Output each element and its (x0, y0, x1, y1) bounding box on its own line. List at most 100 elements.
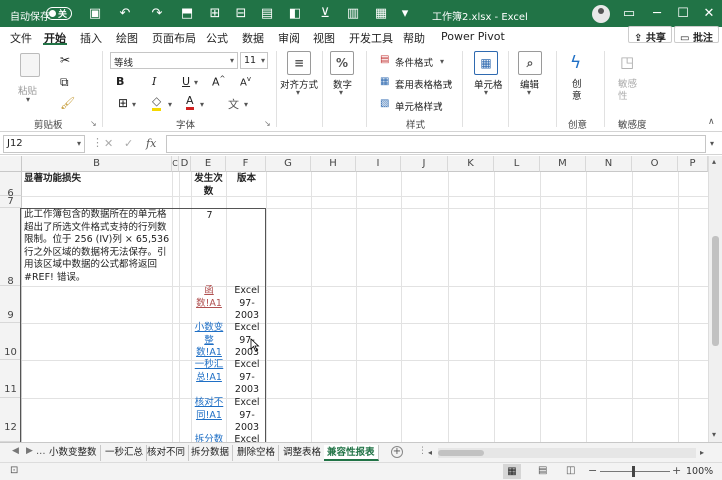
tab-view[interactable]: 视图 (313, 30, 335, 46)
format-painter-icon[interactable]: 🖌 (60, 96, 75, 110)
cells-dropdown-icon[interactable]: ▾ (484, 88, 488, 97)
cells-label[interactable]: 单元格 (474, 77, 503, 91)
hscroll-left-icon[interactable]: ◂ (428, 448, 432, 457)
sheet-tab-4[interactable]: 拆分数据 (188, 445, 234, 461)
fill-color-icon[interactable]: ◇ (152, 95, 162, 111)
save-icon[interactable]: ▣ (86, 5, 104, 23)
italic-icon[interactable]: I (152, 75, 156, 88)
font-size-combo[interactable]: 11 ▾ (240, 52, 268, 69)
quick-access-icon-6[interactable]: ▦ (372, 5, 390, 23)
col-header-h[interactable]: H (311, 156, 356, 172)
cell-e10-link[interactable]: 小数变整数!A1 (194, 322, 224, 360)
row-header-9[interactable]: 9 (0, 286, 22, 323)
row-header-7[interactable]: 7 (0, 196, 22, 208)
insert-function-icon[interactable]: fx (146, 137, 156, 150)
cell-styles-dropdown-icon[interactable]: ▾ (438, 101, 442, 110)
row-header-11[interactable]: 11 (0, 360, 22, 398)
cell-e9-link[interactable]: 函数!A1 (194, 285, 224, 310)
minimize-icon[interactable]: ─ (648, 5, 666, 23)
scroll-down-icon[interactable]: ▾ (712, 430, 716, 439)
col-header-c[interactable]: C (172, 156, 179, 172)
zoom-slider-thumb[interactable] (632, 466, 635, 477)
vertical-scrollbar[interactable]: ▴ ▾ (708, 156, 722, 442)
quick-access-icon-3[interactable]: ▤ (258, 5, 276, 23)
quick-access-icon-4[interactable]: ◧ (286, 5, 304, 23)
font-launcher-icon[interactable]: ↘ (264, 119, 271, 128)
col-header-d[interactable]: D (179, 156, 191, 172)
cell-e13-link[interactable]: 拆分数 (194, 434, 224, 442)
cell-f9-version[interactable]: Excel 97-2003 (230, 285, 264, 323)
tab-help[interactable]: 帮助 (403, 30, 425, 46)
format-painter-qa-icon[interactable]: ⬒ (178, 5, 196, 23)
enter-icon[interactable]: ✓ (124, 137, 133, 150)
normal-view-icon[interactable]: ▦ (503, 464, 521, 479)
zoom-out-icon[interactable]: − (588, 464, 597, 477)
increase-font-icon[interactable]: A^ (212, 75, 225, 89)
cut-icon[interactable]: ✂ (60, 53, 70, 67)
font-size-dropdown-icon[interactable]: ▾ (261, 56, 265, 65)
tab-developer[interactable]: 开发工具 (349, 30, 393, 46)
font-name-dropdown-icon[interactable]: ▾ (230, 56, 234, 65)
select-all-corner[interactable] (0, 156, 22, 172)
conditional-format-button[interactable]: 条件格式 (395, 55, 433, 69)
paste-icon[interactable] (20, 53, 40, 77)
col-header-o[interactable]: O (632, 156, 678, 172)
add-sheet-icon[interactable]: + (391, 446, 403, 458)
prev-sheet-icon[interactable]: ◀ (12, 446, 19, 456)
cell-e6-header[interactable]: 发生次数 (193, 173, 224, 198)
expand-formula-icon[interactable]: ▾ (710, 139, 714, 148)
user-avatar-icon[interactable] (592, 5, 610, 23)
name-box-dropdown-icon[interactable]: ▾ (77, 139, 81, 148)
maximize-icon[interactable]: ☐ (674, 5, 692, 23)
zoom-level[interactable]: 100% (686, 466, 713, 477)
tab-review[interactable]: 审阅 (278, 30, 300, 46)
font-name-combo[interactable]: 等线 ▾ (110, 52, 238, 69)
cell-b8-description[interactable]: 此工作簿包含的数据所在的单元格超出了所选文件格式支持的行列数限制。位于 256 … (24, 209, 172, 284)
page-break-view-icon[interactable]: ◫ (566, 465, 575, 476)
share-button[interactable]: ⇪ 共享 (628, 26, 672, 44)
hscroll-right-icon[interactable]: ▸ (700, 448, 704, 457)
phonetic-dropdown-icon[interactable]: ▾ (244, 100, 248, 109)
tab-data[interactable]: 数据 (242, 30, 264, 46)
tab-draw[interactable]: 绘图 (116, 30, 138, 46)
col-header-e[interactable]: E (191, 156, 226, 172)
sheet-tab-6[interactable]: 调整表格 (280, 445, 326, 461)
sheet-tab-5[interactable]: 删除空格 (234, 445, 280, 461)
cell-f13-version[interactable]: Excel (230, 434, 264, 442)
more-sheets-icon[interactable]: ... (36, 446, 46, 457)
ribbon-display-icon[interactable]: ▭ (620, 5, 638, 23)
worksheet-grid[interactable]: B C D E F G H I J K L M N O P 6 7 8 9 10… (0, 156, 708, 442)
editing-dropdown-icon[interactable]: ▾ (527, 88, 531, 97)
sensitivity-button[interactable]: 敏感性 (618, 79, 642, 103)
col-header-f[interactable]: F (226, 156, 266, 172)
quick-access-icon-5[interactable]: ▥ (344, 5, 362, 23)
col-header-m[interactable]: M (540, 156, 586, 172)
ideas-icon[interactable]: ϟ (570, 53, 581, 73)
sheet-tab-2[interactable]: 一秒汇总 (102, 445, 148, 461)
comments-button[interactable]: ▭ 批注 (674, 26, 719, 44)
cell-f11-version[interactable]: Excel 97-2003 (230, 359, 264, 397)
alignment-dropdown-icon[interactable]: ▾ (296, 88, 300, 97)
sheet-tab-3[interactable]: 核对不同 (144, 445, 190, 461)
editing-search-icon[interactable]: ⌕ (518, 51, 542, 75)
row-header-10[interactable]: 10 (0, 323, 22, 360)
macro-record-icon[interactable]: ⊡ (10, 465, 18, 476)
tab-formulas[interactable]: 公式 (206, 30, 228, 46)
alignment-icon[interactable]: ≡ (287, 51, 311, 75)
name-box[interactable]: J12 ▾ (3, 135, 85, 153)
collapse-ribbon-icon[interactable]: ∧ (708, 117, 715, 127)
vertical-scroll-thumb[interactable] (712, 236, 719, 346)
format-as-table-button[interactable]: 套用表格格式 (395, 77, 452, 91)
copy-icon[interactable]: ⧉ (60, 75, 69, 90)
horizontal-scrollbar[interactable] (438, 448, 696, 458)
autosave-toggle[interactable]: 关 (46, 7, 72, 20)
tab-power-pivot[interactable]: Power Pivot (441, 30, 505, 43)
font-color-icon[interactable]: A (186, 94, 194, 110)
borders-dropdown-icon[interactable]: ▾ (132, 100, 136, 109)
cell-b6-header[interactable]: 显著功能损失 (24, 173, 81, 186)
number-format-icon[interactable]: % (330, 51, 354, 75)
redo-icon[interactable]: ↷ (148, 5, 166, 23)
col-header-n[interactable]: N (586, 156, 632, 172)
clipboard-launcher-icon[interactable]: ↘ (90, 119, 97, 128)
zoom-slider[interactable] (600, 471, 670, 472)
